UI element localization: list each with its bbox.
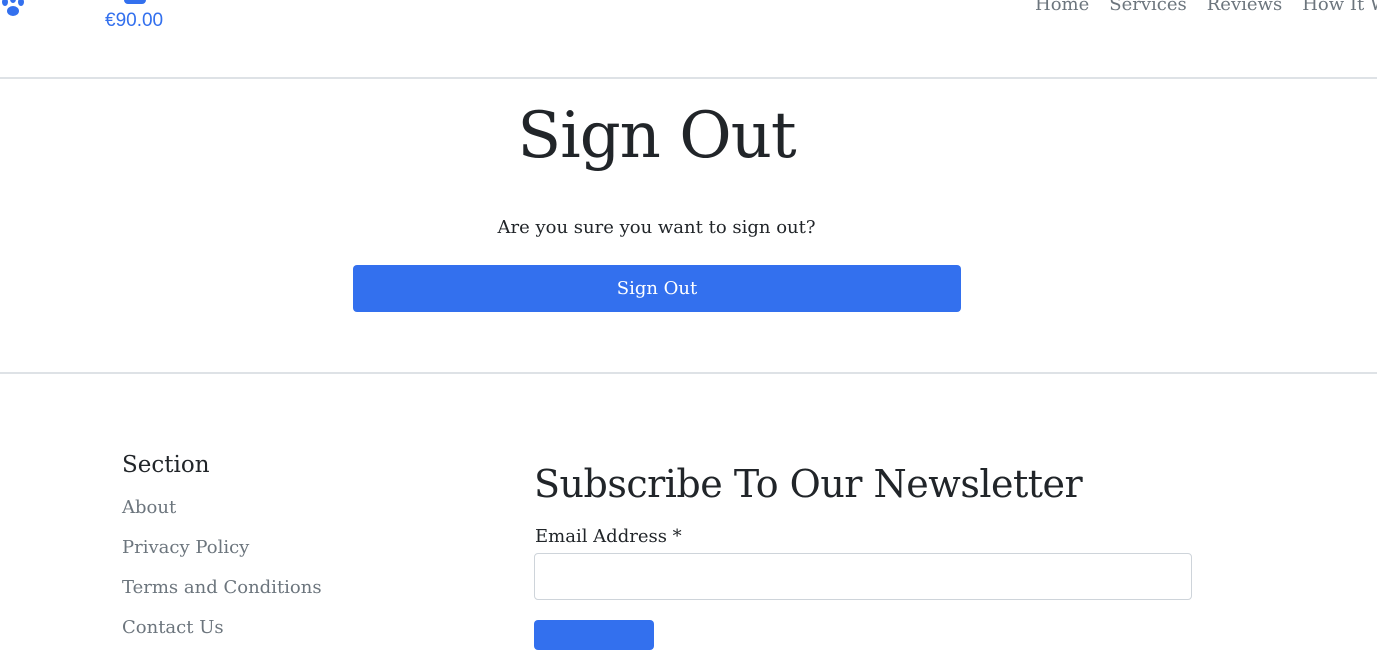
footer-link-privacy-policy[interactable]: Privacy Policy (122, 537, 249, 558)
paw-icon[interactable] (0, 0, 26, 18)
footer-link-about[interactable]: About (122, 497, 176, 518)
subscribe-button[interactable] (534, 620, 654, 650)
page-title: Sign Out (517, 99, 796, 173)
nav-how-it-works[interactable]: How It W (1302, 0, 1377, 15)
cart-icon[interactable] (124, 0, 146, 4)
footer-links: About Privacy Policy Terms and Condition… (122, 497, 322, 657)
newsletter-title: Subscribe To Our Newsletter (534, 462, 1083, 506)
list-item: Terms and Conditions (122, 577, 322, 617)
main-nav: Home Services Reviews How It W (1035, 0, 1377, 15)
site-header: €90.00 Home Services Reviews How It W (0, 0, 1377, 79)
footer-section-title: Section (122, 452, 210, 478)
footer-link-contact[interactable]: Contact Us (122, 617, 224, 638)
footer-link-terms[interactable]: Terms and Conditions (122, 577, 322, 598)
cart-total[interactable]: €90.00 (105, 10, 163, 32)
nav-reviews[interactable]: Reviews (1207, 0, 1282, 15)
list-item: Privacy Policy (122, 537, 322, 577)
nav-services[interactable]: Services (1109, 0, 1186, 15)
confirm-text: Are you sure you want to sign out? (497, 217, 816, 238)
main-content: Sign Out Are you sure you want to sign o… (0, 81, 1377, 374)
email-label: Email Address * (535, 526, 682, 547)
nav-home[interactable]: Home (1035, 0, 1089, 15)
list-item: Contact Us (122, 617, 322, 657)
list-item: About (122, 497, 322, 537)
sign-out-button[interactable]: Sign Out (353, 265, 961, 312)
email-field[interactable] (534, 553, 1192, 600)
